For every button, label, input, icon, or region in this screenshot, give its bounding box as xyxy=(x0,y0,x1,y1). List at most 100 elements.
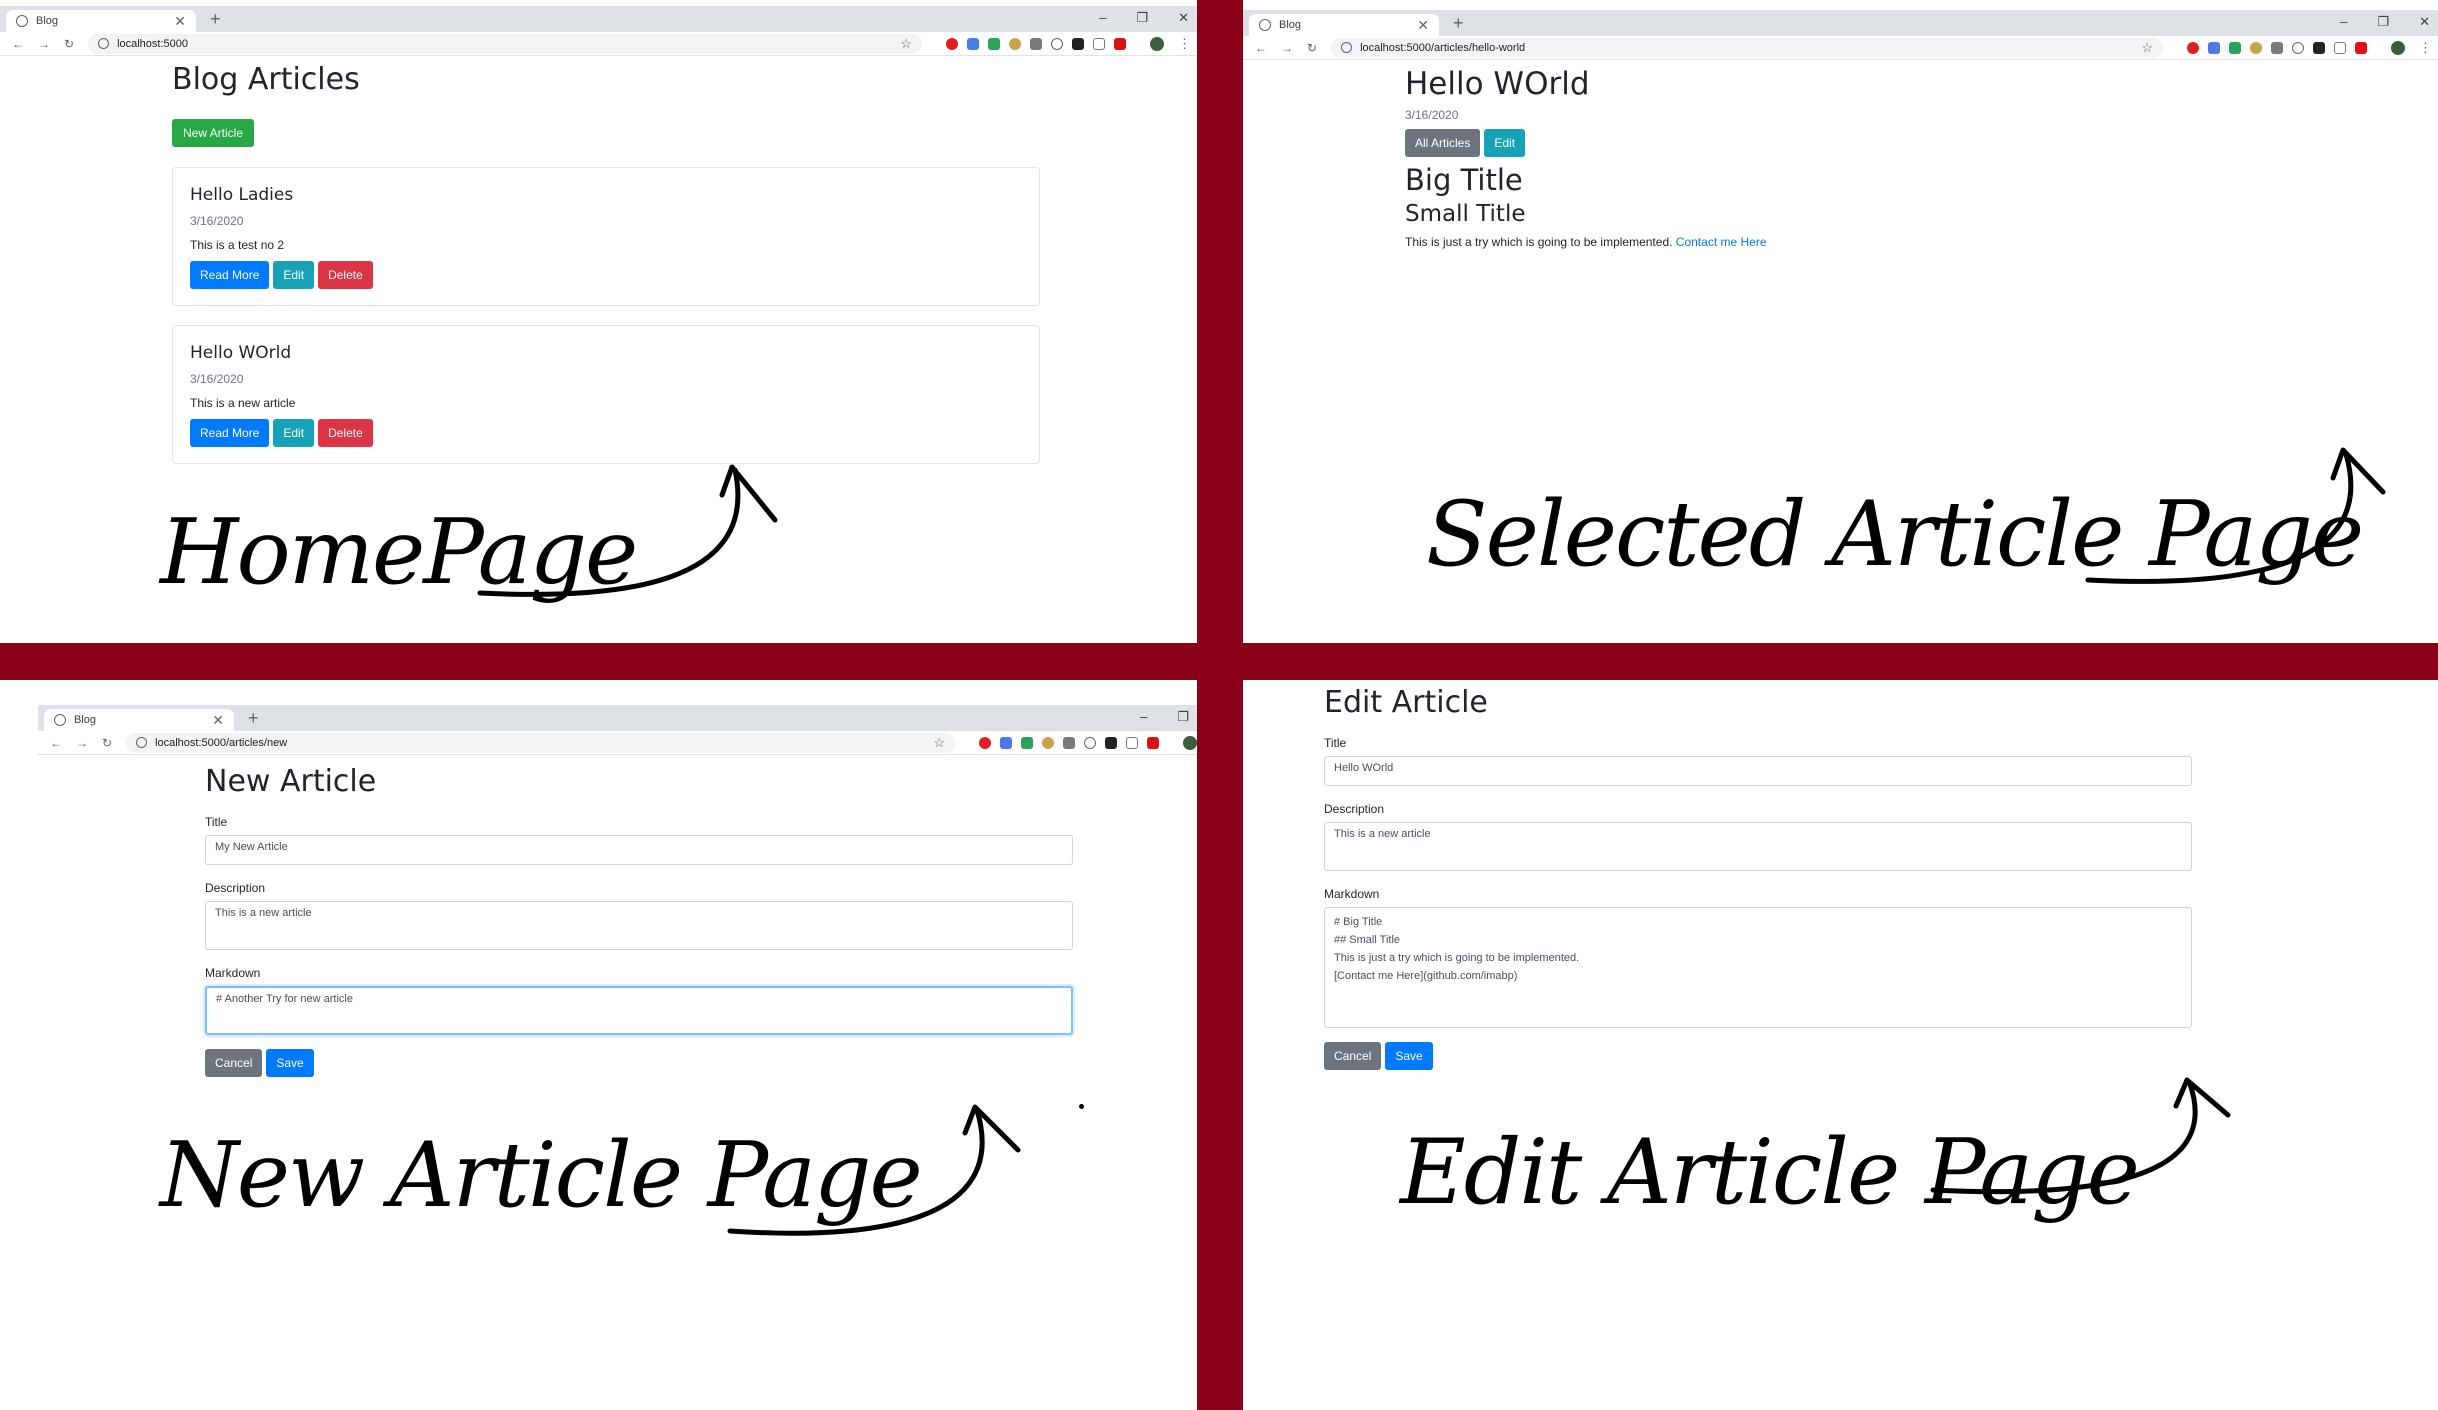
reload-icon[interactable]: ↻ xyxy=(102,736,112,750)
tab-close-icon[interactable]: ✕ xyxy=(1417,17,1429,34)
title-input[interactable]: Hello WOrld xyxy=(1324,756,2192,786)
lightning-extension-icon[interactable] xyxy=(2313,41,2325,54)
red-extension-icon[interactable] xyxy=(2355,41,2367,54)
reload-icon[interactable]: ↻ xyxy=(1307,41,1317,55)
read-more-button[interactable]: Read More xyxy=(190,261,270,289)
forward-icon[interactable]: → xyxy=(1281,41,1293,55)
back-icon[interactable]: ← xyxy=(1255,41,1267,55)
restore-icon[interactable]: ❐ xyxy=(2377,14,2389,30)
reload-icon[interactable]: ↻ xyxy=(64,37,74,51)
new-tab-button[interactable]: + xyxy=(210,9,221,30)
browser-tab[interactable]: Blog ✕ xyxy=(1249,14,1439,36)
translate-extension-icon[interactable] xyxy=(2208,41,2220,54)
window-controls: – ❐ xyxy=(1140,709,1189,725)
article-actions: Read More Edit Delete xyxy=(190,261,373,289)
minimize-icon[interactable]: – xyxy=(1099,10,1106,26)
markdown-textarea[interactable]: # Another Try for new article xyxy=(205,986,1073,1035)
translate-extension-icon[interactable] xyxy=(967,37,979,50)
clock-extension-icon[interactable] xyxy=(1051,37,1063,50)
delete-button[interactable]: Delete xyxy=(318,261,373,289)
red-extension-icon[interactable] xyxy=(1147,736,1159,749)
address-bar[interactable]: localhost:5000 ☆ xyxy=(88,33,922,54)
read-more-button[interactable]: Read More xyxy=(190,419,270,447)
opera-extension-icon[interactable] xyxy=(946,37,958,50)
new-tab-button[interactable]: + xyxy=(1453,13,1464,34)
tab-close-icon[interactable]: ✕ xyxy=(174,13,186,30)
camera-extension-icon[interactable] xyxy=(2334,41,2346,54)
cancel-button[interactable]: Cancel xyxy=(1324,1042,1382,1070)
cancel-button[interactable]: Cancel xyxy=(205,1049,263,1077)
edit-button[interactable]: Edit xyxy=(273,261,315,289)
tab-title: Blog xyxy=(1279,19,1302,31)
markdown-line: [Contact me Here](github.com/imabp) xyxy=(1334,970,1518,982)
description-textarea[interactable]: This is a new article xyxy=(1324,822,2192,871)
address-bar[interactable]: localhost:5000/articles/new ☆ xyxy=(126,732,955,753)
cookie-extension-icon[interactable] xyxy=(2250,41,2262,54)
all-articles-button[interactable]: All Articles xyxy=(1405,129,1481,157)
menu-icon[interactable]: ⋮ xyxy=(1178,36,1191,52)
new-tab-button[interactable]: + xyxy=(248,708,259,729)
close-icon[interactable]: ✕ xyxy=(2419,14,2430,30)
star-icon[interactable]: ☆ xyxy=(2141,40,2153,56)
browser-tab[interactable]: Blog ✕ xyxy=(44,709,234,731)
camera-extension-icon[interactable] xyxy=(1126,736,1138,749)
green-extension-icon[interactable] xyxy=(988,37,1000,50)
new-article-button[interactable]: New Article xyxy=(172,119,255,147)
form-actions: Cancel Save xyxy=(205,1049,1075,1077)
cookie-extension-icon[interactable] xyxy=(1042,736,1054,749)
minimize-icon[interactable]: – xyxy=(2340,14,2347,30)
profile-avatar[interactable] xyxy=(1183,735,1197,750)
contact-link[interactable]: Contact me Here xyxy=(1676,235,1767,249)
translate-extension-icon[interactable] xyxy=(1000,736,1012,749)
info-icon[interactable] xyxy=(136,737,148,748)
opera-extension-icon[interactable] xyxy=(2187,41,2199,54)
back-icon[interactable]: ← xyxy=(12,37,24,51)
article-card: Hello Ladies 3/16/2020 This is a test no… xyxy=(172,167,1040,306)
form-actions: Cancel Save xyxy=(1324,1042,2194,1070)
menu-icon[interactable]: ⋮ xyxy=(2419,40,2432,56)
edit-article-form: Edit Article Title Hello WOrld Descripti… xyxy=(1324,685,2194,1070)
close-icon[interactable]: ✕ xyxy=(1178,10,1189,26)
green-extension-icon[interactable] xyxy=(1021,736,1033,749)
cookie-extension-icon[interactable] xyxy=(1009,37,1021,50)
minimize-icon[interactable]: – xyxy=(1140,709,1147,725)
address-bar[interactable]: localhost:5000/articles/hello-world ☆ xyxy=(1331,37,2163,58)
edit-button[interactable]: Edit xyxy=(1484,129,1526,157)
profile-avatar[interactable] xyxy=(2391,40,2405,55)
forward-icon[interactable]: → xyxy=(76,736,88,750)
tab-title: Blog xyxy=(74,714,97,726)
address-url: localhost:5000/articles/new xyxy=(155,736,288,749)
edit-button[interactable]: Edit xyxy=(273,419,315,447)
camera-extension-icon[interactable] xyxy=(1093,37,1105,50)
delete-button[interactable]: Delete xyxy=(318,419,373,447)
lightning-extension-icon[interactable] xyxy=(1072,37,1084,50)
description-textarea[interactable]: This is a new article xyxy=(205,901,1073,950)
info-icon[interactable] xyxy=(1341,42,1353,53)
lightning-extension-icon[interactable] xyxy=(1105,736,1117,749)
browser-tab[interactable]: Blog ✕ xyxy=(6,10,196,32)
opera-extension-icon[interactable] xyxy=(979,736,991,749)
shield-extension-icon[interactable] xyxy=(1063,736,1075,749)
markdown-textarea[interactable]: # Big Title ## Small Title This is just … xyxy=(1324,907,2192,1028)
curved-arrow-icon xyxy=(477,464,778,597)
profile-avatar[interactable] xyxy=(1150,36,1164,51)
clock-extension-icon[interactable] xyxy=(1084,736,1096,749)
info-icon[interactable] xyxy=(98,38,110,49)
save-button[interactable]: Save xyxy=(1385,1042,1433,1070)
green-extension-icon[interactable] xyxy=(2229,41,2241,54)
restore-icon[interactable]: ❐ xyxy=(1136,10,1148,26)
save-button[interactable]: Save xyxy=(266,1049,314,1077)
shield-extension-icon[interactable] xyxy=(2271,41,2283,54)
star-icon[interactable]: ☆ xyxy=(933,735,945,751)
red-extension-icon[interactable] xyxy=(1114,37,1126,50)
shield-extension-icon[interactable] xyxy=(1030,37,1042,50)
back-icon[interactable]: ← xyxy=(50,736,62,750)
title-input[interactable]: My New Article xyxy=(205,835,1073,865)
star-icon[interactable]: ☆ xyxy=(900,36,912,52)
clock-extension-icon[interactable] xyxy=(2292,41,2304,54)
forward-icon[interactable]: → xyxy=(38,37,50,51)
tab-close-icon[interactable]: ✕ xyxy=(212,712,224,729)
restore-icon[interactable]: ❐ xyxy=(1177,709,1189,725)
address-url: localhost:5000/articles/hello-world xyxy=(1360,41,1526,54)
tab-title: Blog xyxy=(36,15,59,27)
